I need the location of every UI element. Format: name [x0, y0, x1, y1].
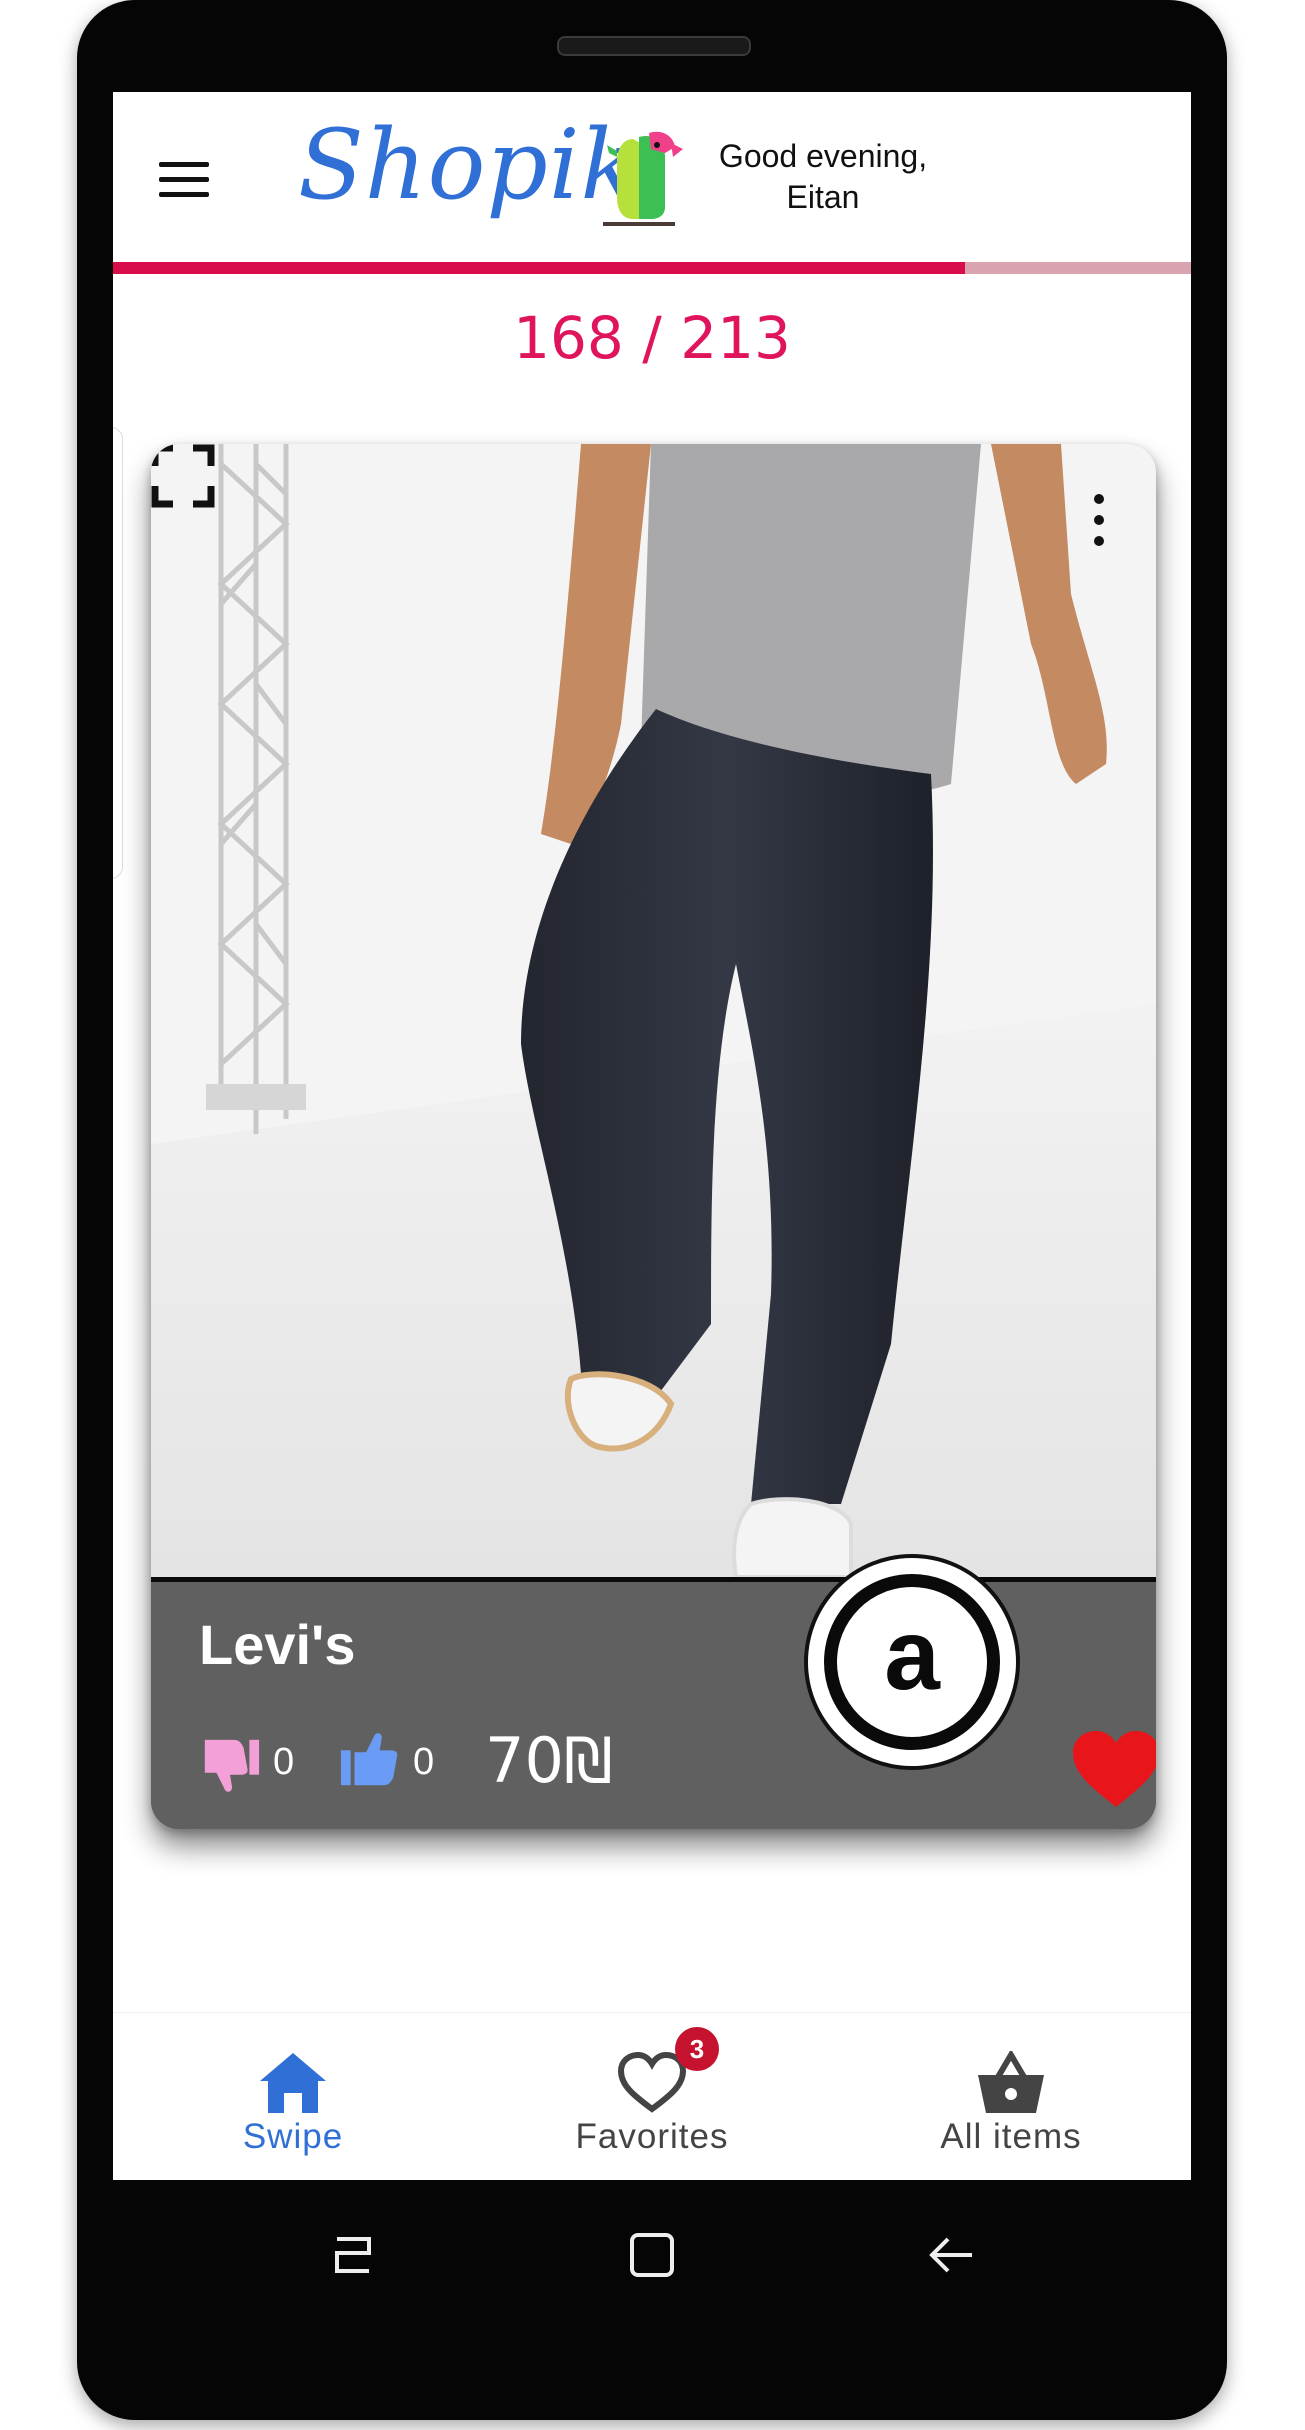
nav-all-items[interactable]: All items — [831, 2013, 1191, 2180]
previous-card-edge — [113, 427, 123, 879]
progress-fill — [113, 262, 965, 274]
nav-swipe[interactable]: Swipe — [113, 2013, 473, 2180]
nav-label-swipe: Swipe — [242, 2117, 344, 2156]
dislike-count: 0 — [273, 1741, 295, 1783]
product-card[interactable]: Levi's 0 0 70₪ a — [151, 444, 1156, 1829]
product-photo-illustration — [151, 444, 1156, 1577]
progress-counter: 168 / 213 — [513, 304, 791, 372]
favorite-heart-icon[interactable] — [1071, 1729, 1156, 1809]
favorites-count-badge: 3 — [675, 2027, 719, 2071]
phone-speaker — [557, 36, 751, 56]
brand-logo-button[interactable]: a — [804, 1554, 1020, 1770]
phone-frame: Shopik Good evening, Eitan 168 / 213 Lev… — [77, 0, 1227, 2420]
bottom-navigation: Swipe Favorites 3 All items — [113, 2012, 1191, 2180]
parrot-logo-icon — [603, 131, 683, 226]
nav-favorites[interactable]: Favorites — [472, 2013, 832, 2180]
product-brand: Levi's — [199, 1613, 356, 1676]
app-screen: Shopik Good evening, Eitan 168 / 213 Lev… — [113, 92, 1191, 2180]
home-square-icon[interactable] — [622, 2225, 682, 2285]
nav-label-all-items: All items — [940, 2117, 1082, 2156]
like-count: 0 — [413, 1741, 435, 1783]
heart-outline-icon — [617, 2051, 687, 2113]
basket-icon — [978, 2051, 1044, 2113]
menu-icon[interactable] — [159, 160, 211, 200]
recents-icon[interactable] — [323, 2225, 383, 2285]
back-icon[interactable] — [922, 2225, 982, 2285]
app-bar: Shopik Good evening, Eitan — [113, 92, 1191, 262]
user-name: Eitan — [786, 179, 860, 215]
fullscreen-icon[interactable] — [151, 444, 215, 508]
app-logo: Shopik — [298, 109, 640, 221]
brand-logo-letter: a — [884, 1599, 940, 1711]
greeting: Good evening, Eitan — [693, 136, 953, 218]
thumbs-down-icon[interactable] — [199, 1734, 261, 1796]
greeting-line-1: Good evening, — [718, 138, 928, 174]
product-image[interactable] — [151, 444, 1156, 1577]
more-options-icon[interactable] — [1091, 494, 1107, 546]
product-price: 70₪ — [485, 1724, 613, 1797]
thumbs-up-icon[interactable] — [339, 1729, 401, 1791]
nav-label-favorites: Favorites — [575, 2117, 729, 2156]
home-icon — [260, 2053, 326, 2113]
